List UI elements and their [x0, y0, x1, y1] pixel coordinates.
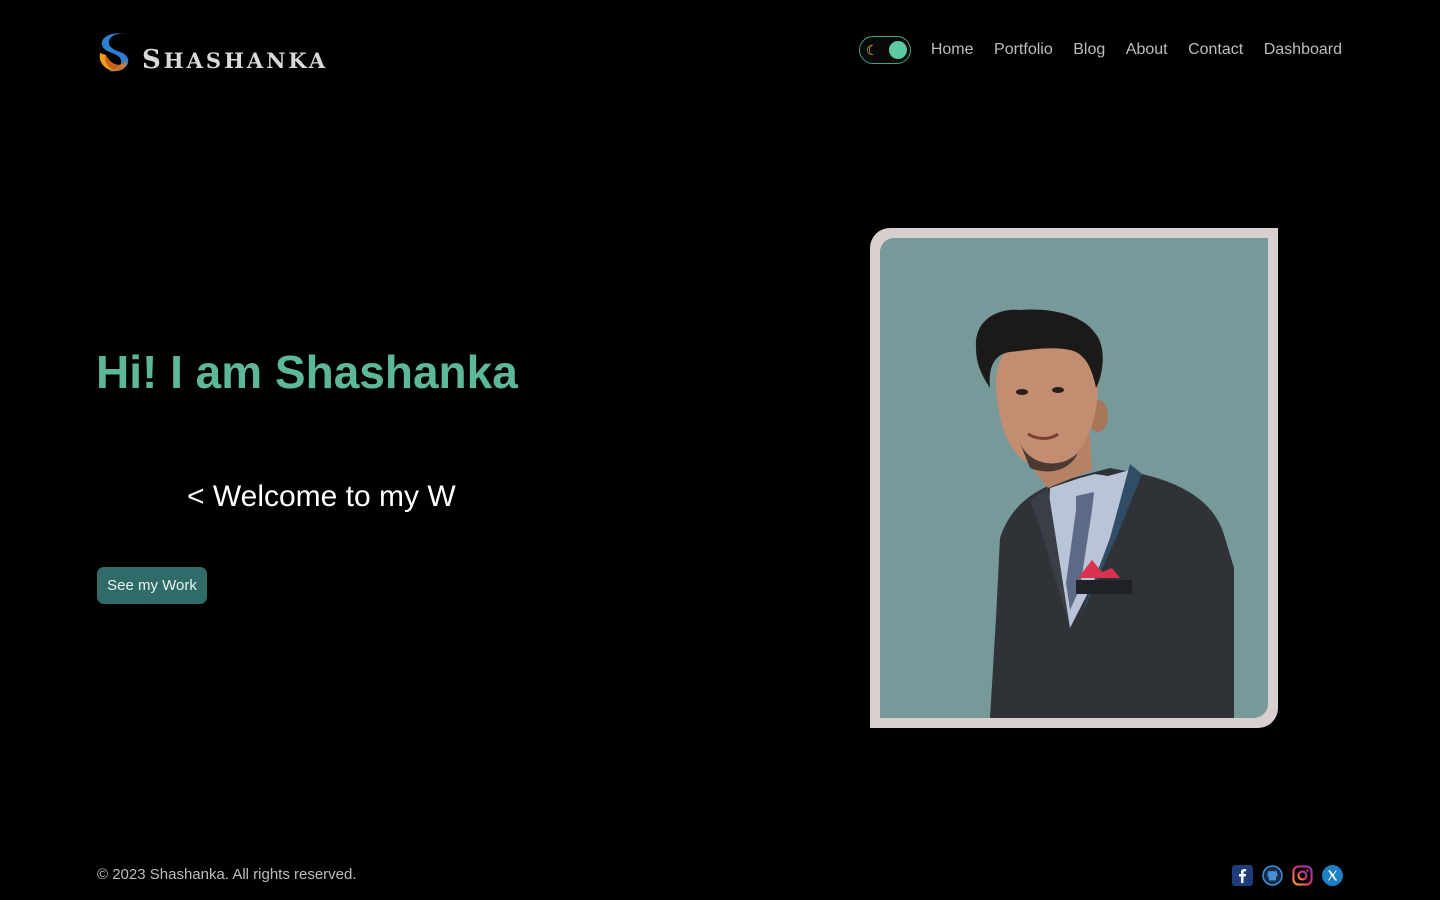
- x-twitter-icon[interactable]: [1322, 865, 1343, 886]
- toggle-knob: [888, 41, 907, 59]
- person-portrait-icon: [975, 309, 1234, 718]
- instagram-icon[interactable]: [1292, 865, 1313, 886]
- see-my-work-button[interactable]: See my Work: [97, 567, 207, 604]
- nav-contact[interactable]: Contact: [1188, 41, 1243, 59]
- main-nav: ☾ Home Portfolio Blog About Contact Dash…: [858, 36, 1342, 64]
- social-links: [1232, 865, 1343, 886]
- profile-photo: [880, 238, 1268, 718]
- brand-mark-icon: [99, 33, 129, 72]
- hero-title: Hi! I am Shashanka: [96, 346, 518, 398]
- github-icon[interactable]: [1262, 865, 1283, 886]
- copyright-text: © 2023 Shashanka. All rights reserved.: [97, 866, 357, 883]
- nav-dashboard[interactable]: Dashboard: [1264, 41, 1342, 59]
- nav-blog[interactable]: Blog: [1073, 41, 1105, 59]
- moon-icon: ☾: [865, 42, 879, 58]
- nav-about[interactable]: About: [1126, 41, 1168, 59]
- theme-toggle[interactable]: ☾: [858, 36, 911, 64]
- nav-portfolio[interactable]: Portfolio: [994, 41, 1053, 59]
- brand-logo[interactable]: SHASHANKA: [96, 31, 328, 73]
- facebook-icon[interactable]: [1232, 865, 1253, 886]
- nav-home[interactable]: Home: [931, 41, 974, 59]
- brand-name: SHASHANKA: [142, 45, 329, 75]
- typing-text: < Welcome to my W: [187, 480, 456, 513]
